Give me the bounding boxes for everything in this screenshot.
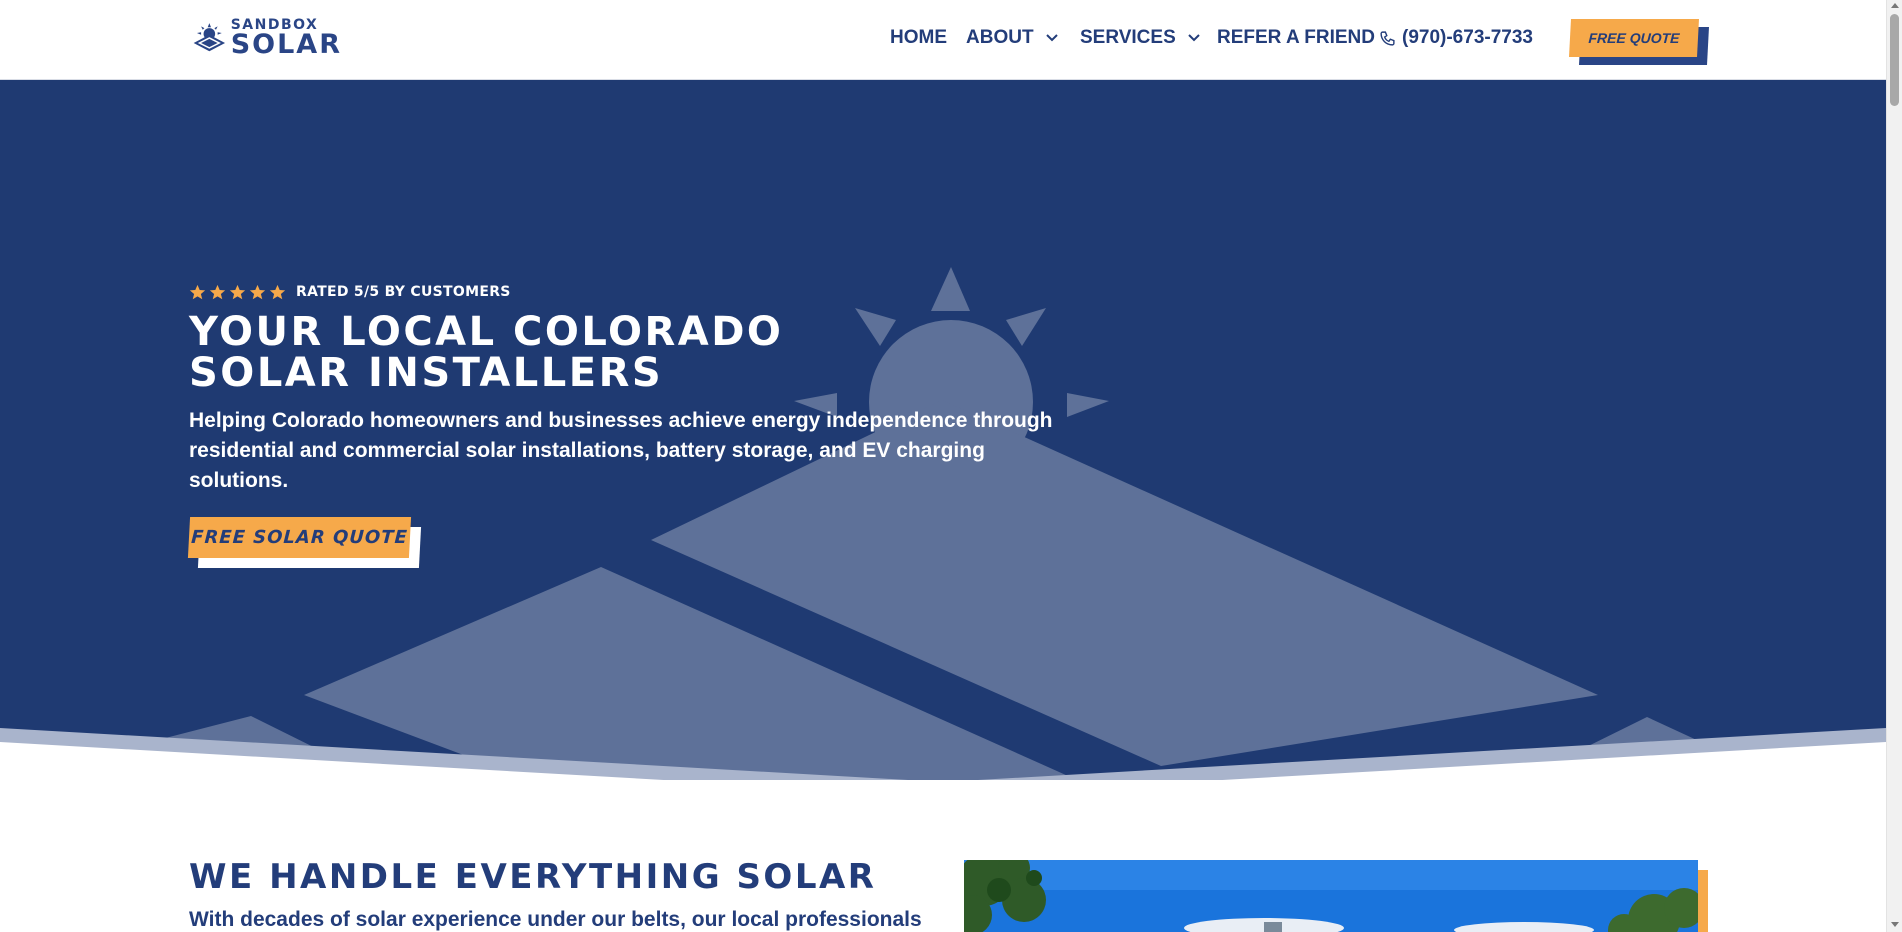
chevron-down-icon bbox=[1045, 34, 1058, 42]
star-icon bbox=[189, 284, 206, 299]
nav-phone-link[interactable]: (970)-673-7733 bbox=[1379, 27, 1533, 49]
star-icon bbox=[209, 284, 226, 299]
nav-services[interactable]: SERVICES bbox=[1080, 27, 1202, 49]
cta-wrap: FREE SOLAR QUOTE bbox=[187, 517, 429, 573]
scroll-up-arrow-icon[interactable] bbox=[1891, 3, 1899, 8]
section-title: WE HANDLE EVERYTHING SOLAR bbox=[189, 857, 877, 897]
nav-home-label: HOME bbox=[890, 27, 947, 48]
nav-home[interactable]: HOME bbox=[890, 27, 947, 49]
star-icon bbox=[269, 284, 286, 299]
section-text: With decades of solar experience under o… bbox=[189, 908, 922, 931]
chevron-down-icon bbox=[1188, 34, 1200, 42]
photo-graphic bbox=[964, 860, 1698, 932]
free-solar-quote-label: FREE SOLAR QUOTE bbox=[190, 527, 409, 548]
star-icon bbox=[249, 284, 266, 299]
nav-phone-label: (970)-673-7733 bbox=[1402, 27, 1533, 48]
site-header: SANDBOX SOLAR HOME ABOUT SERVICES REFER … bbox=[0, 0, 1886, 80]
nav-about[interactable]: ABOUT bbox=[966, 27, 1060, 49]
logo-text-bottom: SOLAR bbox=[230, 29, 342, 60]
rating: RATED 5/5 BY CUSTOMERS bbox=[189, 282, 1089, 302]
phone-icon bbox=[1380, 30, 1395, 46]
scroll-thumb[interactable] bbox=[1890, 14, 1899, 106]
free-solar-quote-button[interactable]: FREE SOLAR QUOTE bbox=[187, 517, 412, 558]
solar-installation-photo bbox=[964, 860, 1698, 932]
nav-about-label: ABOUT bbox=[966, 27, 1034, 48]
nav-services-label: SERVICES bbox=[1080, 27, 1176, 48]
star-icon bbox=[229, 284, 246, 299]
logo[interactable]: SANDBOX SOLAR bbox=[192, 16, 342, 60]
hero-subtitle: Helping Colorado homeowners and business… bbox=[189, 409, 1053, 492]
free-quote-button[interactable]: FREE QUOTE bbox=[1569, 19, 1699, 57]
hero-content: RATED 5/5 BY CUSTOMERS YOUR LOCAL COLORA… bbox=[187, 282, 1089, 573]
hero-section: RATED 5/5 BY CUSTOMERS YOUR LOCAL COLORA… bbox=[0, 80, 1886, 780]
nav-refer-label: REFER A FRIEND bbox=[1217, 27, 1375, 48]
free-quote-button-wrap: FREE QUOTE bbox=[1569, 19, 1710, 69]
page-scrollbar[interactable] bbox=[1886, 0, 1902, 932]
rating-text: RATED 5/5 BY CUSTOMERS bbox=[296, 284, 511, 300]
sun-logo-icon bbox=[193, 23, 226, 52]
hero-title: YOUR LOCAL COLORADO SOLAR INSTALLERS bbox=[189, 309, 784, 396]
nav-refer-a-friend[interactable]: REFER A FRIEND bbox=[1217, 27, 1375, 49]
free-quote-label: FREE QUOTE bbox=[1588, 30, 1680, 46]
scroll-down-arrow-icon[interactable] bbox=[1891, 922, 1899, 927]
